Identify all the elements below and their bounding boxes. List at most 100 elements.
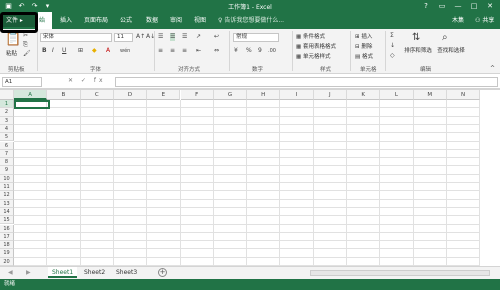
- sheet-tab-3[interactable]: Sheet3: [112, 267, 141, 278]
- row-header[interactable]: 6: [0, 141, 14, 150]
- column-header[interactable]: B: [47, 90, 81, 100]
- save-icon[interactable]: ▣: [4, 1, 13, 11]
- row-header[interactable]: 9: [0, 166, 14, 175]
- row-header[interactable]: 18: [0, 241, 14, 250]
- column-header[interactable]: K: [347, 90, 381, 100]
- ribbon-display-icon[interactable]: ▭: [434, 0, 450, 12]
- active-cell[interactable]: [14, 100, 50, 109]
- spreadsheet-grid[interactable]: ABCDEFGHIJKLMN 1 2 3 4 5 6 7 8 9 10 11 12 13 14 15 16 17…: [0, 89, 500, 266]
- column-header[interactable]: L: [380, 90, 414, 100]
- font-size-select[interactable]: 11: [114, 33, 133, 42]
- paste-button[interactable]: 粘贴: [6, 49, 17, 57]
- row-header[interactable]: 1: [0, 100, 14, 109]
- grow-font-icon[interactable]: A↑: [136, 33, 145, 41]
- prev-sheet-icon[interactable]: ◀: [8, 269, 13, 276]
- delete-cells-button[interactable]: ⊟ 删除: [355, 42, 372, 50]
- find-select-icon[interactable]: ⌕: [442, 32, 448, 44]
- tab-home[interactable]: 始: [38, 12, 52, 29]
- tab-page-layout[interactable]: 页面布局: [84, 16, 108, 25]
- row-header[interactable]: 2: [0, 108, 14, 117]
- comma-style-icon[interactable]: 9: [258, 47, 262, 55]
- close-icon[interactable]: ✕: [482, 0, 498, 12]
- tab-insert[interactable]: 插入: [60, 16, 72, 25]
- next-sheet-icon[interactable]: ▶: [26, 269, 31, 276]
- tell-me-search[interactable]: ♀ 告诉我您想要做什么...: [218, 16, 284, 25]
- row-header[interactable]: 13: [0, 199, 14, 208]
- align-top-icon[interactable]: ☰: [158, 33, 163, 41]
- sort-filter-button[interactable]: 排序和筛选: [404, 46, 432, 54]
- paste-icon[interactable]: 📋: [5, 33, 21, 47]
- orientation-icon[interactable]: ↗: [196, 33, 201, 41]
- cut-icon[interactable]: ✂: [23, 32, 28, 40]
- minimize-icon[interactable]: —: [450, 0, 466, 12]
- row-header[interactable]: 16: [0, 224, 14, 233]
- format-cells-button[interactable]: ▤ 格式: [355, 52, 373, 60]
- tab-data[interactable]: 数据: [146, 16, 158, 25]
- insert-cells-button[interactable]: ⊞ 插入: [355, 32, 372, 40]
- align-middle-icon[interactable]: ☰: [170, 33, 176, 41]
- user-account[interactable]: 木集: [452, 16, 464, 25]
- row-header[interactable]: 15: [0, 216, 14, 225]
- bold-button[interactable]: B: [42, 47, 47, 55]
- align-right-icon[interactable]: ≡: [182, 47, 187, 55]
- sheet-tab-2[interactable]: Sheet2: [80, 267, 109, 278]
- clear-icon[interactable]: ◇: [390, 52, 395, 60]
- number-format-select[interactable]: 常规: [233, 33, 279, 42]
- column-header[interactable]: C: [80, 90, 114, 100]
- collapse-ribbon-icon[interactable]: ^: [490, 65, 495, 73]
- column-header[interactable]: J: [313, 90, 347, 100]
- tab-review[interactable]: 审阅: [170, 16, 182, 25]
- cell-styles-button[interactable]: ▦ 单元格样式: [296, 52, 330, 60]
- column-header[interactable]: E: [147, 90, 181, 100]
- align-center-icon[interactable]: ≡: [170, 47, 175, 55]
- name-box[interactable]: A1: [2, 77, 42, 87]
- indent-icon[interactable]: ⇤: [196, 47, 201, 55]
- copy-icon[interactable]: ⎘: [23, 41, 28, 49]
- align-bottom-icon[interactable]: ☰: [182, 33, 187, 41]
- maximize-icon[interactable]: □: [466, 0, 482, 12]
- underline-button[interactable]: U: [62, 47, 66, 55]
- italic-button[interactable]: I: [52, 47, 54, 55]
- border-icon[interactable]: ⊞: [78, 47, 83, 55]
- row-header[interactable]: 8: [0, 158, 14, 167]
- tab-formulas[interactable]: 公式: [120, 16, 132, 25]
- share-button[interactable]: ⚇ 共享: [475, 16, 494, 25]
- column-header[interactable]: A: [14, 90, 48, 100]
- column-header[interactable]: H: [247, 90, 281, 100]
- help-icon[interactable]: ?: [418, 0, 434, 12]
- font-color-icon[interactable]: A: [106, 47, 110, 55]
- find-select-button[interactable]: 查找和选择: [436, 46, 466, 54]
- column-header[interactable]: F: [180, 90, 214, 100]
- row-header[interactable]: 5: [0, 133, 14, 142]
- autosum-icon[interactable]: Σ: [390, 32, 394, 40]
- row-header[interactable]: 17: [0, 232, 14, 242]
- fill-color-icon[interactable]: ◆: [92, 47, 97, 55]
- format-as-table-button[interactable]: ▦ 套用表格格式: [296, 42, 336, 50]
- wrap-text-icon[interactable]: ↩: [214, 33, 219, 41]
- column-header[interactable]: I: [280, 90, 314, 100]
- row-header[interactable]: 3: [0, 116, 14, 125]
- align-left-icon[interactable]: ≡: [158, 47, 163, 55]
- format-painter-icon[interactable]: 🖌: [23, 50, 31, 58]
- horizontal-scrollbar[interactable]: [310, 270, 490, 276]
- tab-view[interactable]: 视图: [194, 16, 206, 25]
- decimal-icon[interactable]: .00: [268, 47, 276, 55]
- formula-input[interactable]: [115, 77, 498, 87]
- row-header[interactable]: 11: [0, 183, 14, 192]
- font-name-select[interactable]: 宋体: [40, 33, 112, 42]
- sort-filter-icon[interactable]: ⇅: [412, 32, 420, 44]
- undo-icon[interactable]: ↶: [17, 1, 26, 11]
- redo-icon[interactable]: ↷: [30, 1, 39, 11]
- formula-buttons[interactable]: ✕ ✓ fx: [68, 77, 106, 84]
- percent-icon[interactable]: %: [246, 47, 252, 55]
- row-header[interactable]: 19: [0, 249, 14, 258]
- currency-icon[interactable]: ¥: [234, 47, 238, 55]
- row-header[interactable]: 12: [0, 191, 14, 200]
- column-header[interactable]: G: [213, 90, 248, 100]
- customize-icon[interactable]: ▾: [43, 1, 52, 11]
- fill-icon[interactable]: ↓: [390, 42, 395, 50]
- phonetic-icon[interactable]: wén: [120, 47, 130, 55]
- select-all-corner[interactable]: [0, 90, 14, 100]
- merge-center-icon[interactable]: ⇔: [214, 47, 219, 55]
- row-header[interactable]: 14: [0, 207, 14, 217]
